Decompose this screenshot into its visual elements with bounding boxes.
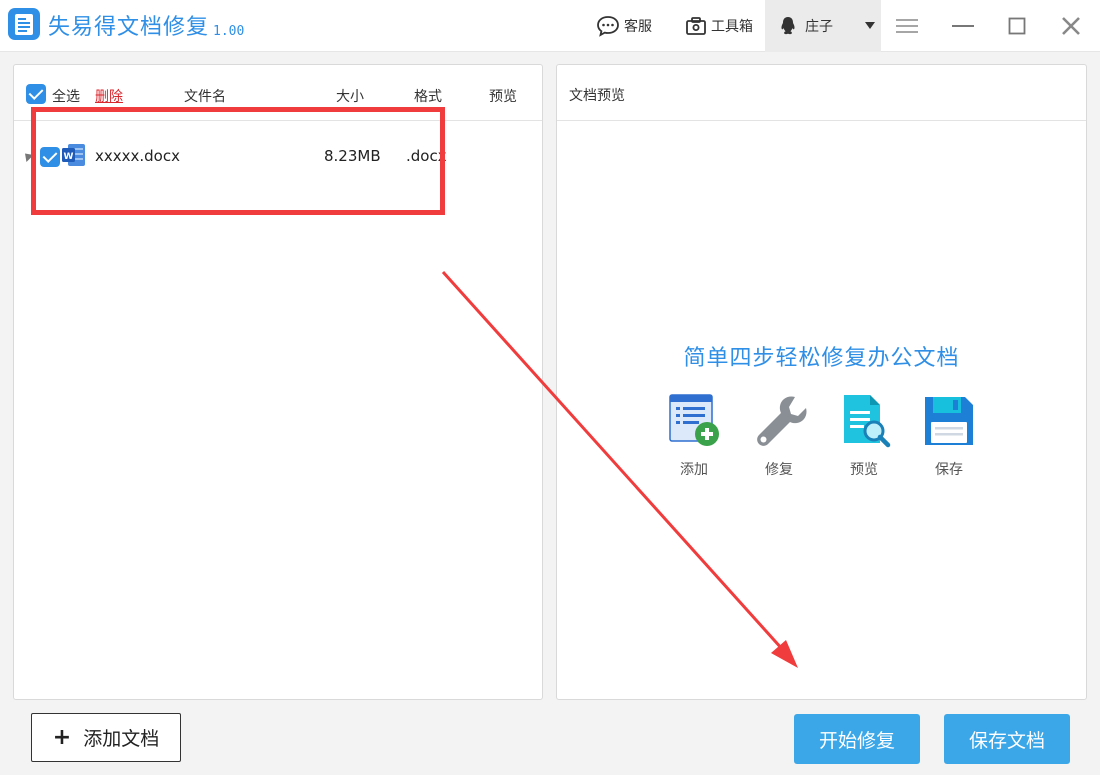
preview-doc-icon [836,393,892,449]
step-save: 保存 [919,393,979,479]
document-preview-panel: 文档预览 简单四步轻松修复办公文档 添加 修复 预览 保存 [556,64,1087,700]
user-menu[interactable]: 庄子 [765,0,881,52]
user-name: 庄子 [805,19,833,35]
step-preview: 预览 [834,393,894,479]
annotation-highlight-box [31,107,445,215]
hamburger-menu-icon [896,19,918,33]
preview-title: 简单四步轻松修复办公文档 [683,346,960,371]
step-repair-label: 修复 [765,462,793,478]
step-add: 添加 [664,393,724,479]
caret-down-icon[interactable] [865,22,875,29]
select-all-checkbox[interactable] [26,84,46,104]
add-document-button[interactable]: + 添加文档 [31,713,181,762]
save-document-button[interactable]: 保存文档 [944,714,1070,764]
add-document-label: 添加文档 [83,728,160,750]
qq-penguin-icon [781,17,795,35]
app-logo-icon [8,8,40,40]
column-header-format: 格式 [414,89,442,105]
close-icon [1062,17,1080,35]
chat-bubble-icon [597,16,619,37]
toolbox-label: 工具箱 [711,19,753,35]
preview-header-label: 文档预览 [569,88,625,104]
column-header-name: 文件名 [184,89,226,105]
save-disk-icon [921,393,977,449]
step-save-label: 保存 [935,462,963,478]
delete-link[interactable]: 删除 [95,86,123,106]
wrench-icon [751,393,807,449]
step-repair: 修复 [749,393,809,479]
add-doc-icon [666,393,722,449]
preview-header: 文档预览 [557,65,1086,121]
customer-service-button[interactable]: 客服 [596,0,652,52]
toolbox-icon [686,17,706,35]
customer-service-label: 客服 [624,19,652,35]
minimize-icon [952,25,974,27]
select-all-label[interactable]: 全选 [52,86,80,106]
minimize-button[interactable] [943,0,983,52]
app-version: 1.00 [213,24,245,39]
start-repair-button[interactable]: 开始修复 [794,714,920,764]
app-title: 失易得文档修复 [48,15,210,40]
title-bar: 失易得文档修复 1.00 客服 工具箱 庄子 [0,0,1100,52]
main-menu-button[interactable] [887,0,927,52]
maximize-icon [1008,17,1026,35]
close-button[interactable] [1051,0,1091,52]
step-preview-label: 预览 [850,462,878,478]
plus-icon: + [52,725,72,750]
column-header-size: 大小 [336,89,364,105]
maximize-button[interactable] [997,0,1037,52]
column-header-preview: 预览 [489,89,517,105]
toolbox-button[interactable]: 工具箱 [685,0,753,52]
step-add-label: 添加 [680,462,708,478]
